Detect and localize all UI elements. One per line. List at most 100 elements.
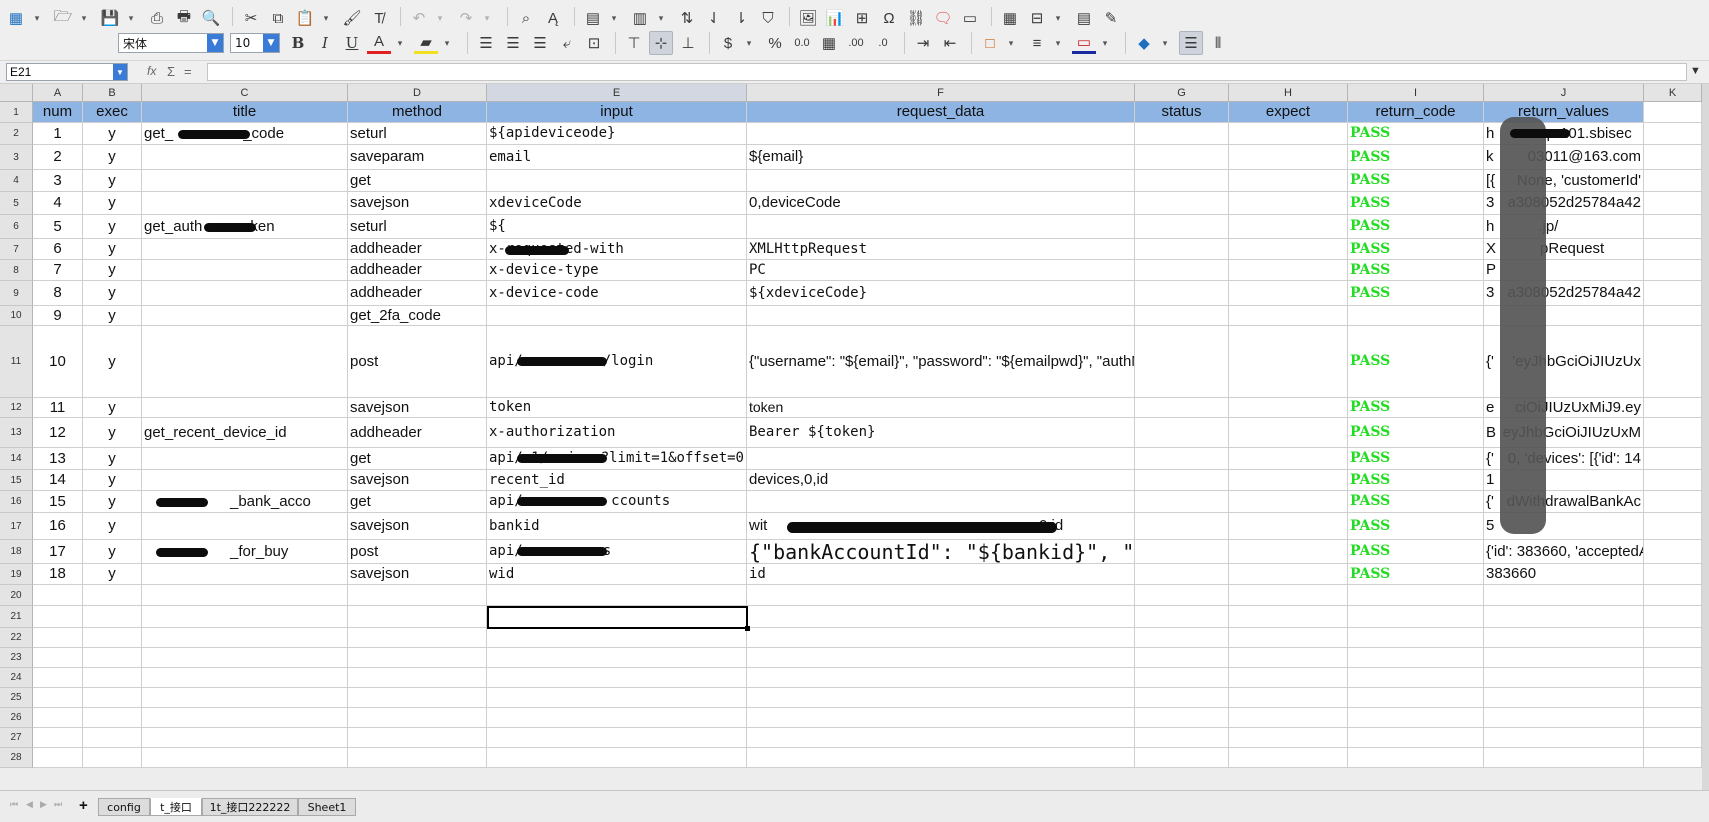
return-values-cell[interactable]: {'id': 383660, 'acceptedAt': ' — [1484, 540, 1644, 564]
cell[interactable] — [1644, 145, 1702, 170]
cell[interactable] — [1135, 585, 1229, 606]
cell[interactable] — [1229, 648, 1348, 668]
cell[interactable] — [33, 668, 83, 688]
method-cell[interactable]: seturl — [348, 123, 487, 145]
row-header[interactable]: 3 — [0, 145, 33, 170]
cell[interactable] — [83, 748, 142, 768]
cell[interactable] — [1135, 628, 1229, 648]
chevron-down-icon[interactable]: ▼ — [263, 34, 279, 52]
increase-indent-icon[interactable]: ⇥ — [911, 31, 935, 55]
cell[interactable] — [1644, 648, 1702, 668]
vertical-text-icon[interactable]: ⦀ — [1206, 31, 1230, 55]
expect-cell[interactable] — [1229, 540, 1348, 564]
method-cell[interactable]: savejson — [348, 192, 487, 215]
cell[interactable] — [142, 668, 348, 688]
column-header-j[interactable]: J — [1484, 84, 1644, 102]
method-cell[interactable]: seturl — [348, 215, 487, 239]
num-cell[interactable]: 14 — [33, 470, 83, 491]
input-cell[interactable]: xdeviceCode — [487, 192, 747, 215]
cell[interactable] — [1348, 648, 1484, 668]
column-title-request-data[interactable]: request_data — [747, 102, 1135, 123]
title-cell[interactable] — [142, 281, 348, 306]
num-cell[interactable]: 11 — [33, 398, 83, 418]
cell[interactable] — [1644, 628, 1702, 648]
cell[interactable] — [487, 668, 747, 688]
cell[interactable] — [1135, 668, 1229, 688]
num-cell[interactable]: 9 — [33, 306, 83, 326]
status-cell[interactable] — [1135, 170, 1229, 192]
request-data-cell[interactable] — [747, 448, 1135, 470]
title-cell[interactable] — [142, 145, 348, 170]
row-header[interactable]: 2 — [0, 123, 33, 145]
cell[interactable] — [1348, 728, 1484, 748]
expect-cell[interactable] — [1229, 326, 1348, 398]
align-right-icon[interactable]: ☰ — [528, 31, 552, 55]
horizontal-text-icon[interactable]: ☰ — [1179, 31, 1203, 55]
dropdown-arrow-icon[interactable]: ▾ — [1005, 31, 1017, 55]
percent-icon[interactable]: % — [763, 31, 787, 55]
cell[interactable] — [348, 708, 487, 728]
cell[interactable] — [33, 648, 83, 668]
title-cell[interactable] — [142, 170, 348, 192]
num-cell[interactable]: 4 — [33, 192, 83, 215]
title-cell[interactable] — [142, 470, 348, 491]
cell[interactable] — [1644, 398, 1702, 418]
return-code-cell[interactable]: PASS — [1348, 215, 1484, 239]
request-data-cell[interactable]: XMLHttpRequest — [747, 239, 1135, 260]
cell[interactable] — [1644, 708, 1702, 728]
tab-config[interactable]: config — [98, 798, 150, 816]
num-cell[interactable]: 17 — [33, 540, 83, 564]
title-cell[interactable] — [142, 398, 348, 418]
cell[interactable] — [142, 748, 348, 768]
cell[interactable] — [1644, 728, 1702, 748]
status-cell[interactable] — [1135, 448, 1229, 470]
cell[interactable] — [1644, 540, 1702, 564]
request-data-cell[interactable] — [747, 215, 1135, 239]
center-vertically-icon[interactable]: ⊹ — [649, 31, 673, 55]
tab-1t-interface-222222[interactable]: 1t_接口222222 — [202, 798, 298, 816]
cell[interactable] — [487, 606, 747, 628]
cell[interactable] — [747, 668, 1135, 688]
column-title-title[interactable]: title — [142, 102, 348, 123]
cell[interactable] — [1484, 748, 1644, 768]
expect-cell[interactable] — [1229, 260, 1348, 281]
row-header[interactable]: 11 — [0, 326, 33, 398]
title-cell[interactable]: get_recent_device_id — [142, 418, 348, 448]
return-code-cell[interactable]: PASS — [1348, 145, 1484, 170]
cell[interactable] — [1644, 606, 1702, 628]
row-header[interactable]: 10 — [0, 306, 33, 326]
row-header[interactable]: 14 — [0, 448, 33, 470]
cell[interactable] — [1484, 628, 1644, 648]
status-cell[interactable] — [1135, 491, 1229, 513]
cell[interactable] — [348, 648, 487, 668]
add-sheet-button[interactable]: + — [79, 797, 88, 814]
cell[interactable] — [1229, 585, 1348, 606]
cell[interactable] — [1644, 102, 1702, 123]
row-header[interactable]: 20 — [0, 585, 33, 606]
status-cell[interactable] — [1135, 281, 1229, 306]
num-cell[interactable]: 18 — [33, 564, 83, 585]
request-data-cell[interactable]: {"username": "${email}", "password": "${… — [747, 326, 1135, 398]
status-cell[interactable] — [1135, 564, 1229, 585]
row-header[interactable]: 5 — [0, 192, 33, 215]
cell[interactable] — [348, 585, 487, 606]
add-decimal-icon[interactable]: .00 — [844, 31, 868, 55]
exec-cell[interactable]: y — [83, 398, 142, 418]
num-cell[interactable]: 15 — [33, 491, 83, 513]
request-data-cell[interactable]: PC — [747, 260, 1135, 281]
request-data-cell[interactable]: ${xdeviceCode} — [747, 281, 1135, 306]
request-data-cell[interactable]: ${email} — [747, 145, 1135, 170]
cell[interactable] — [83, 648, 142, 668]
row-header[interactable]: 13 — [0, 418, 33, 448]
status-cell[interactable] — [1135, 260, 1229, 281]
exec-cell[interactable]: y — [83, 448, 142, 470]
cell[interactable] — [83, 728, 142, 748]
num-cell[interactable]: 16 — [33, 513, 83, 540]
num-cell[interactable]: 5 — [33, 215, 83, 239]
return-code-cell[interactable]: PASS — [1348, 239, 1484, 260]
request-data-cell[interactable]: {"bankAccountId": "${bankid}", "amount":… — [747, 540, 1135, 564]
cell[interactable] — [1484, 728, 1644, 748]
return-code-cell[interactable] — [1348, 306, 1484, 326]
input-cell[interactable]: ${apideviceode} — [487, 123, 747, 145]
row-header[interactable]: 16 — [0, 491, 33, 513]
